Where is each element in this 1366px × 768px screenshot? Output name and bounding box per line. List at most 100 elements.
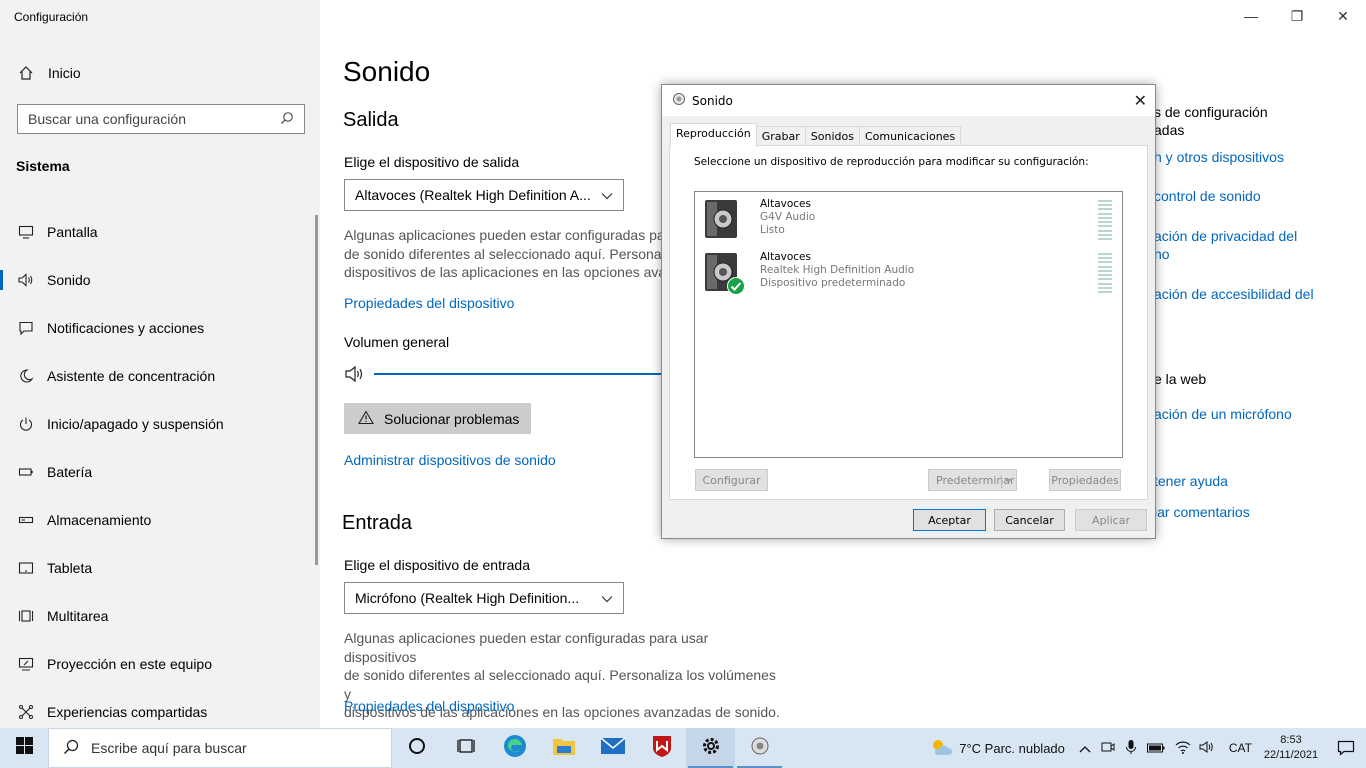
system-tray: 7°C Parc. nublado CAT 8:53 22/11/2021 (929, 728, 1366, 768)
properties-button[interactable]: Propiedades (1049, 469, 1121, 491)
set-default-button[interactable]: Predeterminar (928, 469, 1017, 491)
edge-icon (503, 734, 527, 763)
sidebar-item-label: Notificaciones y acciones (47, 320, 205, 336)
volume-speaker-icon[interactable] (344, 364, 366, 389)
configure-button[interactable]: Configurar (695, 469, 768, 491)
taskbar-search-input[interactable]: Escribe aquí para buscar (48, 728, 392, 768)
playback-instruction: Seleccione un dispositivo de reproducció… (694, 156, 1089, 168)
default-check-icon (727, 277, 745, 299)
related-link-privacy-cont[interactable]: no (1154, 246, 1170, 262)
taskbar-sound[interactable] (735, 728, 784, 768)
feedback-link[interactable]: iar comentarios (1154, 504, 1250, 520)
device-status: Listo (760, 224, 785, 236)
weather-text[interactable]: 7°C Parc. nublado (959, 741, 1065, 756)
search-icon (280, 111, 294, 128)
taskbar-mcafee[interactable] (637, 728, 686, 768)
search-placeholder: Buscar una configuración (28, 111, 186, 127)
device-item[interactable]: Altavoces G4V Audio Listo (703, 198, 815, 246)
restore-button[interactable]: ❐ (1274, 0, 1320, 32)
app-title: Configuración (14, 10, 89, 24)
settings-search-input[interactable]: Buscar una configuración (17, 104, 305, 134)
clock[interactable]: 8:53 22/11/2021 (1256, 733, 1326, 763)
taskbar-mail[interactable] (588, 728, 637, 768)
troubleshoot-button[interactable]: Solucionar problemas (344, 403, 531, 434)
language-indicator[interactable]: CAT (1229, 741, 1252, 755)
playback-device-list[interactable]: Altavoces G4V Audio Listo Altavoces Real… (694, 191, 1123, 458)
sidebar-item-sonido[interactable]: Sonido (0, 256, 316, 304)
sidebar-item-inicio-apagado[interactable]: Inicio/apagado y suspensión (0, 400, 316, 448)
device-status: Dispositivo predeterminado (760, 277, 906, 289)
dialog-close-icon[interactable]: ✕ (1134, 91, 1147, 110)
device-text: Altavoces G4V Audio Listo (760, 198, 815, 246)
related-link-privacy[interactable]: ación de privacidad del (1154, 228, 1297, 244)
sidebar-item-bateria[interactable]: Batería (0, 448, 316, 496)
volume-tray-icon[interactable] (1199, 740, 1217, 757)
device-detail: G4V Audio (760, 211, 816, 223)
chevron-up-icon[interactable] (1079, 741, 1091, 756)
gear-icon (700, 735, 722, 762)
sidebar-item-multitarea[interactable]: Multitarea (0, 592, 316, 640)
volume-slider[interactable] (374, 373, 664, 375)
sidebar-item-pantalla[interactable]: Pantalla (0, 208, 316, 256)
sidebar-item-asistente[interactable]: Asistente de concentración (0, 352, 316, 400)
dialog-titlebar[interactable]: Sonido ✕ (662, 85, 1155, 116)
sidebar-scrollbar[interactable] (315, 215, 318, 565)
input-device-dropdown[interactable]: Micrófono (Realtek High Definition... (344, 582, 624, 614)
multitask-icon (16, 606, 36, 626)
close-button[interactable]: ✕ (1320, 0, 1366, 32)
tab-grabar[interactable]: Grabar (755, 126, 806, 146)
device-item[interactable]: Altavoces Realtek High Definition Audio … (703, 251, 914, 299)
tab-reproduccion[interactable]: Reproducción (670, 123, 757, 147)
folder-icon (552, 735, 576, 762)
sidebar-item-label: Experiencias compartidas (47, 704, 208, 720)
level-meter (1098, 253, 1112, 293)
wifi-icon[interactable] (1175, 740, 1191, 757)
cancel-button[interactable]: Cancelar (994, 509, 1065, 531)
sidebar-item-notificaciones[interactable]: Notificaciones y acciones (0, 304, 316, 352)
tab-comunicaciones[interactable]: Comunicaciones (858, 126, 962, 146)
dialog-tabs: Reproducción Grabar Sonidos Comunicacion… (670, 123, 962, 147)
monitor-icon (16, 222, 36, 242)
taskbar-edge[interactable] (490, 728, 539, 768)
windows-logo-icon (15, 737, 33, 759)
related-link-control-panel[interactable]: control de sonido (1154, 188, 1261, 204)
taskbar-explorer[interactable] (539, 728, 588, 768)
output-device-dropdown[interactable]: Altavoces (Realtek High Definition A... (344, 179, 624, 211)
mail-icon (600, 736, 626, 761)
window-controls: — ❐ ✕ (1228, 0, 1366, 32)
desc-line: Algunas aplicaciones pueden estar config… (344, 630, 709, 665)
related-link-bluetooth[interactable]: h y otros dispositivos (1154, 149, 1284, 165)
task-view-button[interactable] (441, 728, 490, 768)
microphone-icon[interactable] (1125, 739, 1137, 758)
meet-now-icon[interactable] (1101, 740, 1115, 757)
taskbar-settings[interactable] (686, 728, 735, 768)
start-button[interactable] (0, 728, 48, 768)
cortana-circle-icon (408, 737, 426, 760)
tab-sonidos[interactable]: Sonidos (804, 126, 860, 146)
cortana-button[interactable] (392, 728, 441, 768)
home-icon (16, 65, 36, 81)
nav-home[interactable]: Inicio (0, 58, 320, 88)
playback-panel: Seleccione un dispositivo de reproducció… (669, 145, 1148, 500)
manage-devices-link[interactable]: Administrar dispositivos de sonido (344, 452, 556, 468)
sidebar-item-tableta[interactable]: Tableta (0, 544, 316, 592)
get-help-link[interactable]: tener ayuda (1154, 473, 1228, 489)
troubleshoot-label: Solucionar problemas (384, 410, 520, 427)
sidebar-item-proyeccion[interactable]: Proyección en este equipo (0, 640, 316, 688)
minimize-button[interactable]: — (1228, 0, 1274, 32)
input-heading: Entrada (342, 512, 413, 534)
speaker-device-icon (703, 198, 741, 240)
web-help-link[interactable]: ación de un micrófono (1154, 406, 1292, 422)
ok-button[interactable]: Aceptar (913, 509, 986, 531)
output-properties-link[interactable]: Propiedades del dispositivo (344, 295, 514, 311)
apply-button[interactable]: Aplicar (1075, 509, 1147, 531)
sound-speaker-icon (672, 92, 686, 109)
storage-icon (16, 510, 36, 530)
battery-tray-icon[interactable] (1146, 741, 1165, 756)
warning-icon (358, 409, 374, 428)
input-properties-link[interactable]: Propiedades del dispositivo (344, 698, 514, 714)
related-link-accessibility[interactable]: ación de accesibilidad del (1154, 286, 1314, 302)
sidebar-item-almacenamiento[interactable]: Almacenamiento (0, 496, 316, 544)
weather-icon[interactable] (929, 737, 953, 760)
notification-center-icon[interactable] (1326, 740, 1366, 756)
